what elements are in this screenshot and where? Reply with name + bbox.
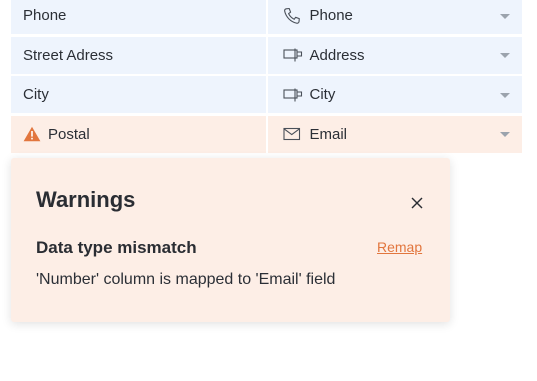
mapping-row-warning: Postal Email: [11, 115, 522, 153]
address-field-icon: [282, 46, 305, 64]
source-column-label: City: [23, 86, 49, 103]
envelope-icon: [282, 125, 305, 143]
warning-item-description: 'Number' column is mapped to 'Email' fie…: [36, 271, 336, 288]
mapping-row: Phone Phone: [11, 0, 522, 34]
target-field-select[interactable]: Email: [267, 115, 522, 153]
source-column-cell: Phone: [11, 0, 266, 34]
remap-link[interactable]: Remap: [377, 239, 422, 255]
chevron-down-icon[interactable]: [500, 13, 510, 19]
mapping-row: City City: [11, 76, 522, 113]
source-column-cell: Postal: [11, 115, 266, 153]
source-column-label: Postal: [48, 125, 90, 143]
target-field-label: Address: [309, 46, 365, 64]
warning-icon: [23, 125, 41, 143]
target-field-select[interactable]: Address: [267, 36, 522, 74]
source-column-label: Street Adress: [23, 46, 114, 64]
source-column-cell: Street Adress: [11, 36, 266, 74]
phone-icon: [283, 7, 305, 25]
warning-item-title: Data type mismatch: [36, 238, 197, 257]
target-field-label: Phone: [309, 7, 353, 24]
target-field-select[interactable]: Phone: [267, 0, 522, 34]
chevron-down-icon[interactable]: [500, 53, 510, 58]
target-field-label: Email: [309, 125, 348, 143]
chevron-down-icon[interactable]: [500, 92, 510, 98]
target-field-select[interactable]: City: [267, 76, 522, 113]
warnings-title: Warnings: [36, 187, 136, 212]
field-mapping-list: Phone Phone Street Adress Address City C…: [11, 0, 522, 155]
mapping-row: Street Adress Address: [11, 36, 522, 74]
source-column-cell: City: [11, 76, 266, 113]
close-icon[interactable]: [410, 196, 424, 210]
chevron-down-icon[interactable]: [500, 132, 510, 137]
address-field-icon: [282, 86, 305, 104]
warnings-panel: Warnings Data type mismatch Remap 'Numbe…: [11, 158, 450, 322]
source-column-label: Phone: [23, 7, 67, 24]
target-field-label: City: [309, 86, 336, 103]
